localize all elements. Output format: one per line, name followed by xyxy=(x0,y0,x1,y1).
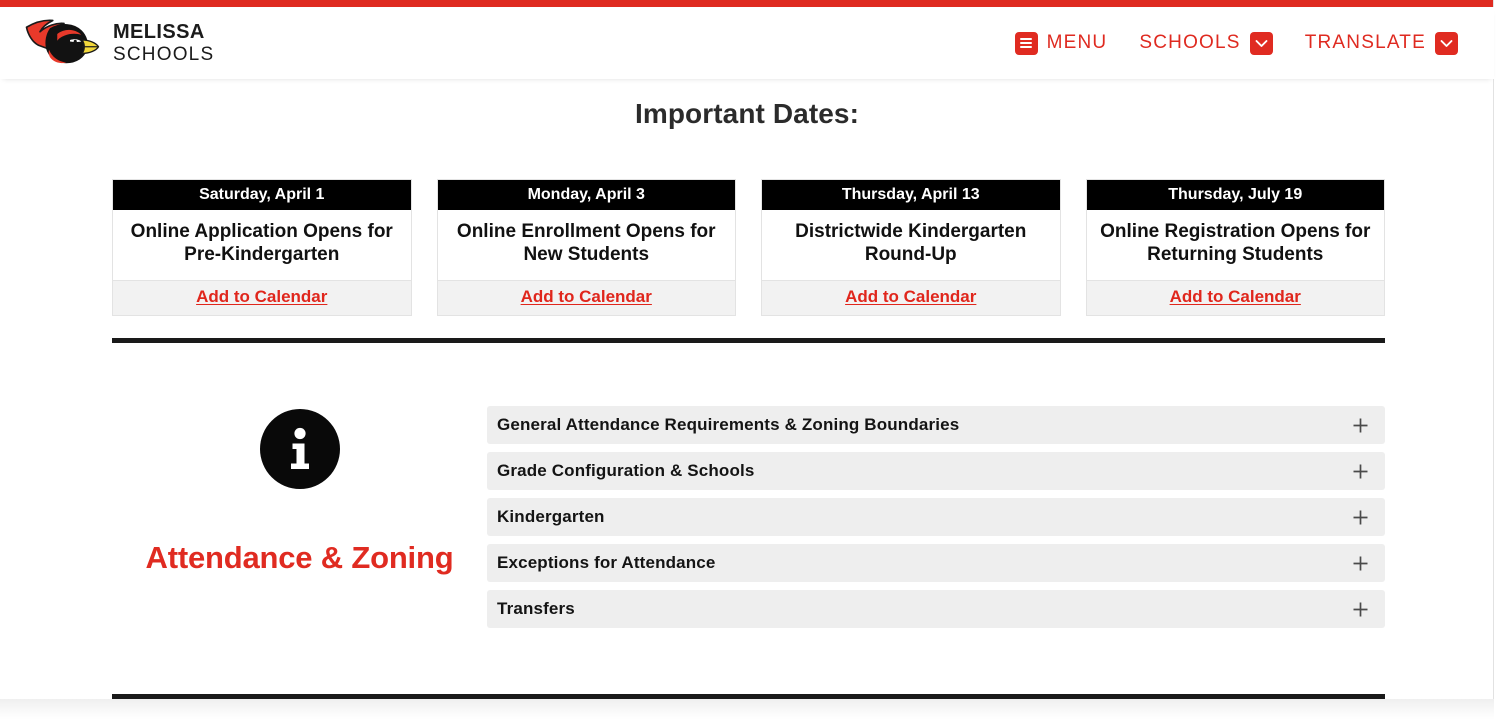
accordion-item-label: Grade Configuration & Schools xyxy=(497,461,755,480)
date-card-description: Online Application Opens for Pre-Kinderg… xyxy=(113,210,411,280)
date-card-footer: Add to Calendar xyxy=(113,279,411,315)
info-letter-i-glyph xyxy=(290,427,309,469)
chevron-down-icon[interactable] xyxy=(1435,31,1458,55)
add-to-calendar-link[interactable]: Add to Calendar xyxy=(521,287,652,306)
important-dates-title: Important Dates: xyxy=(634,98,860,129)
nav-item-schools[interactable]: SCHOOLS xyxy=(1139,31,1273,55)
cardinal-mascot-logo-icon xyxy=(25,19,100,64)
accordion-item-label: General Attendance Requirements & Zoning… xyxy=(497,415,960,434)
date-card-date: Saturday, April 1 xyxy=(113,180,411,211)
attendance-section-aside: Attendance & Zoning xyxy=(112,395,487,576)
date-card: Thursday, April 13 Districtwide Kinderga… xyxy=(761,179,1061,316)
chevron-down-glyph xyxy=(1440,39,1453,47)
plus-icon[interactable] xyxy=(1352,555,1369,572)
page-root: MELISSA SCHOOLS MENU SCHOOLS TRANSLATE I… xyxy=(0,0,1500,720)
primary-navigation: MENU SCHOOLS TRANSLATE xyxy=(1014,31,1458,55)
accordion-item-transfers[interactable]: Transfers xyxy=(487,590,1385,628)
attendance-accordion: General Attendance Requirements & Zoning… xyxy=(487,395,1385,628)
attendance-section-heading: Attendance & Zoning xyxy=(145,540,454,575)
date-card: Saturday, April 1 Online Application Ope… xyxy=(112,179,412,316)
date-card-date: Thursday, April 13 xyxy=(762,180,1060,211)
date-card: Thursday, July 19 Online Registration Op… xyxy=(1085,179,1385,316)
brand-name-line2: SCHOOLS xyxy=(113,44,215,65)
top-accent-bar xyxy=(0,0,1494,7)
accordion-item-label: Transfers xyxy=(497,599,575,618)
next-section-preview xyxy=(0,699,1494,720)
accordion-item-label: Exceptions for Attendance xyxy=(497,553,716,572)
date-card-description: Online Enrollment Opens for New Students xyxy=(437,210,735,280)
plus-icon[interactable] xyxy=(1352,509,1369,526)
accordion-item-general-attendance[interactable]: General Attendance Requirements & Zoning… xyxy=(487,406,1385,444)
date-card-footer: Add to Calendar xyxy=(762,279,1060,315)
accordion-item-exceptions-for-attendance[interactable]: Exceptions for Attendance xyxy=(487,544,1385,582)
brand-logo-link[interactable]: MELISSA SCHOOLS xyxy=(22,15,214,71)
date-card-description: Online Registration Opens for Returning … xyxy=(1086,210,1384,280)
plus-icon[interactable] xyxy=(1352,601,1369,618)
nav-item-menu[interactable]: MENU xyxy=(1014,31,1108,55)
date-card-footer: Add to Calendar xyxy=(437,279,735,315)
nav-item-translate[interactable]: TRANSLATE xyxy=(1304,31,1458,55)
hamburger-menu-icon[interactable] xyxy=(1014,31,1038,55)
date-card-date: Thursday, July 19 xyxy=(1086,180,1384,211)
nav-item-schools-label: SCHOOLS xyxy=(1139,32,1241,53)
add-to-calendar-link[interactable]: Add to Calendar xyxy=(196,287,327,306)
accordion-item-grade-configuration[interactable]: Grade Configuration & Schools xyxy=(487,452,1385,490)
add-to-calendar-link[interactable]: Add to Calendar xyxy=(845,287,976,306)
nav-item-translate-label: TRANSLATE xyxy=(1304,32,1426,53)
date-card-description: Districtwide Kindergarten Round-Up xyxy=(762,210,1060,280)
chevron-down-glyph xyxy=(1255,39,1268,47)
plus-icon[interactable] xyxy=(1352,417,1369,434)
date-card: Monday, April 3 Online Enrollment Opens … xyxy=(436,179,736,316)
site-header: MELISSA SCHOOLS MENU SCHOOLS TRANSLATE xyxy=(0,7,1494,79)
date-card-footer: Add to Calendar xyxy=(1086,279,1384,315)
accordion-item-kindergarten[interactable]: Kindergarten xyxy=(487,498,1385,536)
plus-icon[interactable] xyxy=(1352,463,1369,480)
brand-text: MELISSA SCHOOLS xyxy=(113,22,214,64)
important-dates-card-list: Saturday, April 1 Online Application Ope… xyxy=(112,179,1385,316)
add-to-calendar-link[interactable]: Add to Calendar xyxy=(1170,287,1301,306)
attendance-zoning-section: Attendance & Zoning General Attendance R… xyxy=(112,395,1385,628)
section-divider-top xyxy=(112,338,1385,343)
nav-item-menu-label: MENU xyxy=(1046,32,1108,53)
brand-name-line1: MELISSA xyxy=(113,21,205,43)
chevron-down-icon[interactable] xyxy=(1249,31,1273,55)
date-card-date: Monday, April 3 xyxy=(437,180,735,211)
info-circle-icon xyxy=(259,409,340,489)
accordion-item-label: Kindergarten xyxy=(497,507,605,526)
